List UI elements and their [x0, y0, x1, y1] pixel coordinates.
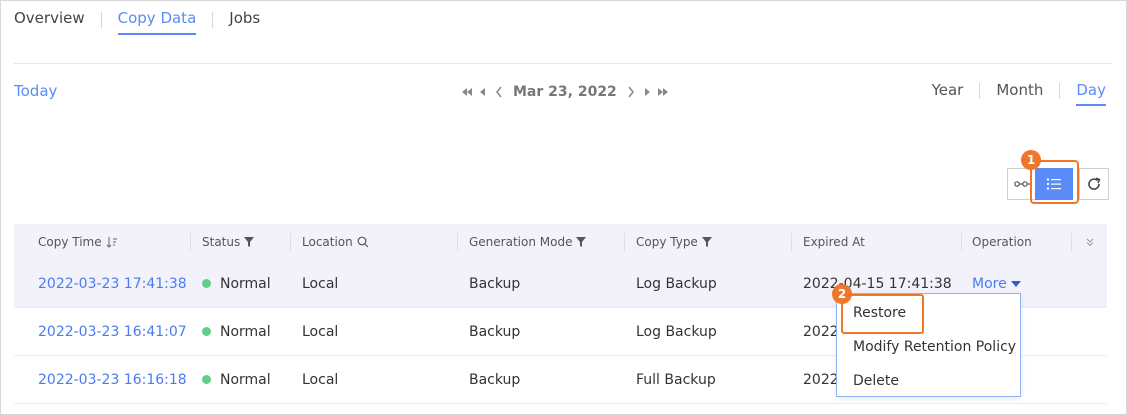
view-toggle [1007, 168, 1109, 200]
menu-item-modify-retention-policy[interactable]: Modify Retention Policy [837, 330, 1020, 364]
table-header: Copy Time Status Location Generation Mod… [14, 224, 1107, 260]
status-dot [202, 375, 211, 384]
tab-jobs[interactable]: Jobs [229, 9, 260, 33]
last-page-icon[interactable] [655, 84, 671, 100]
previous-page-icon[interactable] [475, 84, 491, 100]
graph-view-icon [1013, 181, 1030, 187]
date-navigator: Mar 23, 2022 [459, 84, 671, 100]
refresh-icon [1088, 177, 1101, 190]
next-day-icon[interactable] [623, 84, 639, 100]
tab-overview[interactable]: Overview [14, 9, 85, 33]
tab-bar: Overview Copy Data Jobs [14, 9, 260, 39]
expand-columns-button[interactable] [1072, 224, 1107, 260]
column-header-operation: Operation [962, 224, 1072, 260]
menu-item-delete[interactable]: Delete [837, 364, 1020, 398]
column-header-expired-at: Expired At [792, 224, 962, 260]
graph-view-button[interactable] [1007, 168, 1035, 200]
tab-separator [100, 12, 102, 28]
column-header-location[interactable]: Location [291, 224, 458, 260]
granularity-year[interactable]: Year [932, 81, 964, 104]
copy-type-text: Full Backup [636, 371, 716, 388]
location-text: Local [302, 275, 339, 292]
menu-item-restore[interactable]: Restore [837, 296, 1020, 330]
granularity-separator [1059, 83, 1061, 99]
filter-icon[interactable] [576, 237, 587, 247]
expired-at-text: 2022-04-15 17:41:38 [803, 275, 952, 292]
callout-badge-2: 2 [832, 284, 852, 304]
caret-down-icon [1010, 280, 1021, 287]
status-dot [202, 327, 211, 336]
double-chevron-down-icon [1086, 238, 1093, 247]
copy-type-text: Log Backup [636, 323, 717, 340]
current-date: Mar 23, 2022 [513, 84, 617, 100]
generation-mode-text: Backup [469, 371, 521, 388]
first-page-icon[interactable] [459, 84, 475, 100]
refresh-button[interactable] [1079, 168, 1109, 200]
copy-data-panel: Overview Copy Data Jobs Today Mar 23, 20… [0, 0, 1127, 415]
more-operations-menu: Restore Modify Retention Policy Delete [836, 293, 1021, 397]
status-text: Normal [220, 275, 271, 292]
location-text: Local [302, 323, 339, 340]
time-granularity: Year Month Day [932, 81, 1106, 106]
column-header-copy-time[interactable]: Copy Time [14, 224, 191, 260]
copy-time-link[interactable]: 2022-03-23 17:41:38 [38, 276, 187, 292]
more-dropdown[interactable]: More [972, 276, 1021, 292]
tab-separator [212, 12, 214, 28]
today-link[interactable]: Today [14, 82, 57, 100]
copy-time-link[interactable]: 2022-03-23 16:16:18 [38, 372, 187, 388]
filter-icon[interactable] [701, 237, 712, 247]
previous-day-icon[interactable] [491, 84, 507, 100]
status-dot [202, 279, 211, 288]
granularity-day[interactable]: Day [1076, 81, 1106, 106]
copy-type-text: Log Backup [636, 275, 717, 292]
callout-badge-1: 1 [1021, 150, 1041, 170]
status-text: Normal [220, 323, 271, 340]
location-text: Local [302, 371, 339, 388]
header-divider [14, 63, 1113, 64]
search-icon[interactable] [357, 236, 369, 248]
column-header-generation-mode[interactable]: Generation Mode [458, 224, 625, 260]
copy-time-link[interactable]: 2022-03-23 16:41:07 [38, 324, 187, 340]
filter-icon[interactable] [244, 237, 255, 247]
next-page-icon[interactable] [639, 84, 655, 100]
column-header-status[interactable]: Status [191, 224, 291, 260]
granularity-separator [979, 83, 981, 99]
column-header-copy-type[interactable]: Copy Type [625, 224, 792, 260]
tab-copy-data[interactable]: Copy Data [117, 9, 197, 35]
status-text: Normal [220, 371, 271, 388]
generation-mode-text: Backup [469, 275, 521, 292]
granularity-month[interactable]: Month [996, 81, 1043, 104]
sort-icon[interactable] [106, 236, 118, 248]
list-view-icon [1047, 178, 1061, 190]
list-view-button[interactable] [1035, 168, 1073, 200]
generation-mode-text: Backup [469, 323, 521, 340]
